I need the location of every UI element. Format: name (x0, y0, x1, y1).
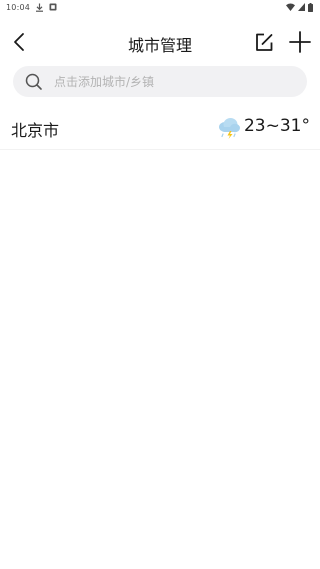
notification-icon (49, 3, 57, 11)
plus-icon (289, 31, 311, 53)
city-row[interactable]: 北京市 23~31° (0, 106, 320, 150)
city-list: 北京市 23~31° (0, 106, 320, 150)
thunderstorm-icon (216, 114, 242, 140)
city-management-screen: 10:04 城市管理 点击添加城市/乡镇 北京市 23~31° (0, 0, 320, 569)
search-bar[interactable] (13, 66, 307, 97)
status-time: 10:04 (6, 2, 31, 12)
chevron-left-icon (14, 33, 24, 51)
status-right (286, 2, 313, 12)
edit-button[interactable] (252, 30, 276, 54)
search-input[interactable] (54, 74, 284, 89)
download-icon (35, 3, 44, 12)
status-bar: 10:04 (0, 0, 320, 14)
edit-icon (256, 33, 273, 51)
temperature-range: 23~31° (243, 116, 310, 136)
status-left: 10:04 (6, 3, 57, 12)
wifi-icon (286, 3, 295, 11)
battery-icon (308, 2, 313, 12)
search-icon (25, 73, 43, 91)
app-header: 城市管理 (0, 24, 320, 60)
signal-icon (298, 3, 305, 11)
back-button[interactable] (8, 30, 32, 54)
city-name: 北京市 (11, 121, 60, 140)
add-city-button[interactable] (287, 29, 313, 55)
